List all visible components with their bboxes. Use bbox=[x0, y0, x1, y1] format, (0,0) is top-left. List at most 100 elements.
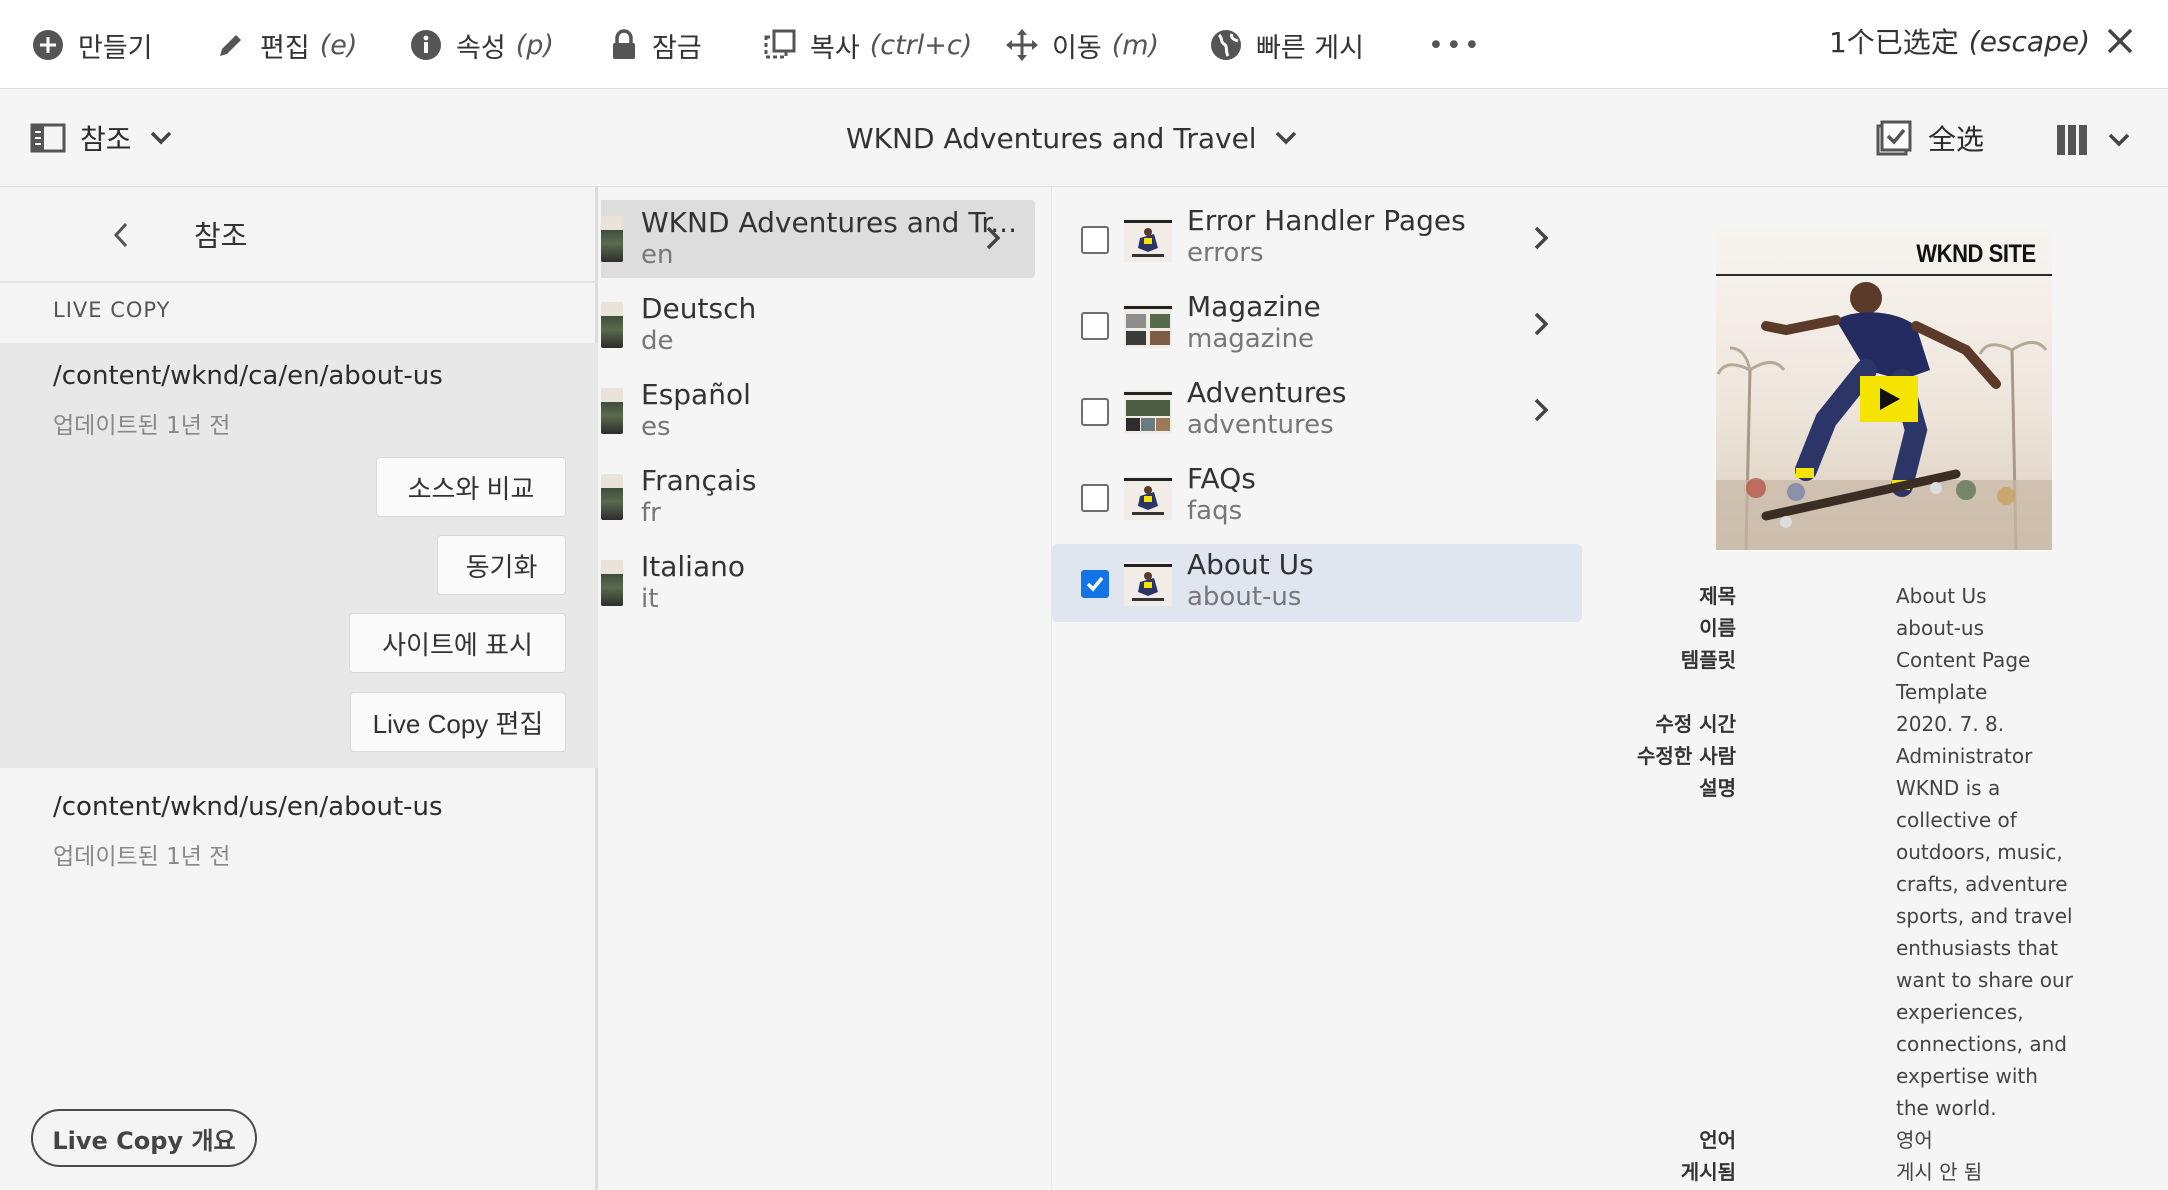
copy-shortcut: (ctrl+c) bbox=[869, 29, 973, 61]
lock-button[interactable]: 잠금 bbox=[610, 22, 702, 68]
column-language-roots: WKND Adventures and Tr... en Deutsch de … bbox=[601, 187, 1052, 1190]
column-item-title: Français bbox=[641, 464, 757, 497]
chevron-right-icon bbox=[1534, 312, 1548, 336]
column-item-name: it bbox=[641, 584, 659, 614]
item-checkbox[interactable] bbox=[1081, 312, 1109, 340]
properties-label: 속성 bbox=[456, 32, 506, 64]
compare-to-source-button[interactable]: 소스와 비교 bbox=[376, 457, 566, 517]
live-copy-overview-button[interactable]: Live Copy 개요 bbox=[31, 1109, 257, 1167]
page-thumbnail bbox=[1124, 304, 1172, 348]
page-thumbnail bbox=[601, 474, 623, 520]
selection-status: 1个已选定 (escape) bbox=[1829, 18, 2134, 64]
references-rail: 참조 LIVE COPY /content/wknd/ca/en/about-u… bbox=[0, 187, 598, 1190]
secondary-toolbar: 참조 WKND Adventures and Travel 全选 bbox=[0, 89, 2168, 187]
chevron-left-icon bbox=[113, 222, 128, 248]
add-circle-icon bbox=[33, 30, 63, 60]
rail-header: 참조 bbox=[0, 187, 598, 283]
rail-toggle-label: 참조 bbox=[80, 123, 132, 156]
rail-title: 참조 bbox=[194, 219, 248, 253]
show-in-site-button[interactable]: 사이트에 표시 bbox=[349, 613, 566, 673]
quick-publish-button[interactable]: 빠른 게시 bbox=[1210, 22, 1364, 68]
move-shortcut: (m) bbox=[1111, 29, 1160, 61]
page-thumbnail bbox=[601, 388, 623, 434]
column-item[interactable]: Français fr bbox=[601, 458, 1035, 536]
meta-value: 2020. 7. 8. bbox=[1896, 712, 2005, 736]
page-thumbnail bbox=[1124, 476, 1172, 520]
wknd-logo: WKND SITE bbox=[1916, 240, 2037, 268]
move-icon bbox=[1006, 29, 1038, 61]
column-item[interactable]: Deutsch de bbox=[601, 286, 1035, 364]
back-button[interactable] bbox=[106, 217, 136, 253]
column-item[interactable]: Magazine magazine bbox=[1052, 286, 1582, 364]
meta-label: 언어 bbox=[1699, 1128, 1736, 1152]
column-item-title: Italiano bbox=[641, 550, 745, 583]
properties-button[interactable]: 속성 (p) bbox=[410, 22, 554, 68]
create-label: 만들기 bbox=[78, 32, 153, 64]
item-checkbox[interactable] bbox=[1081, 398, 1109, 426]
edit-shortcut: (e) bbox=[319, 29, 358, 61]
action-bar: 만들기 편집 (e) 속성 (p) 잠금 복사 (ctrl+c) 이동 (m) … bbox=[0, 0, 2168, 89]
column-item-name: en bbox=[641, 240, 674, 270]
live-copy-path[interactable]: /content/wknd/us/en/about-us bbox=[53, 792, 443, 822]
page-thumbnail bbox=[1124, 562, 1172, 606]
column-item[interactable]: FAQs faqs bbox=[1052, 458, 1582, 536]
chevron-right-icon bbox=[1534, 398, 1548, 422]
more-button[interactable]: ••• bbox=[1428, 22, 1482, 68]
rail-toggle[interactable]: 참조 bbox=[30, 115, 186, 161]
item-checkbox[interactable] bbox=[1081, 226, 1109, 254]
view-switcher[interactable] bbox=[2056, 117, 2130, 163]
meta-value: 게시 안 됨 bbox=[1896, 1160, 1983, 1184]
selection-shortcut: (escape) bbox=[1968, 24, 2090, 58]
meta-label: 제목 bbox=[1699, 584, 1736, 608]
globe-icon bbox=[1211, 30, 1241, 60]
column-item-title: About Us bbox=[1187, 548, 1314, 581]
item-checkbox[interactable] bbox=[1081, 570, 1109, 598]
edit-button[interactable]: 편집 (e) bbox=[216, 22, 357, 68]
item-checkbox[interactable] bbox=[1081, 484, 1109, 512]
select-all-button[interactable]: 全选 bbox=[1876, 115, 1984, 161]
live-copy-item[interactable]: /content/wknd/ca/en/about-us 업데이트된 1년 전 … bbox=[0, 343, 598, 768]
meta-value: 영어 bbox=[1896, 1128, 1933, 1152]
meta-label: 템플릿 bbox=[1680, 648, 1736, 672]
column-item-name: magazine bbox=[1187, 324, 1315, 354]
close-icon[interactable] bbox=[2106, 27, 2134, 55]
breadcrumb-title: WKND Adventures and Travel bbox=[846, 121, 1257, 155]
meta-value: Administrator bbox=[1896, 744, 2033, 768]
chevron-right-icon bbox=[986, 226, 1000, 250]
copy-label: 복사 bbox=[810, 32, 860, 64]
column-item[interactable]: WKND Adventures and Tr... en bbox=[601, 200, 1035, 278]
more-icon: ••• bbox=[1428, 29, 1482, 61]
rail-icon bbox=[30, 123, 66, 153]
column-item[interactable]: Adventures adventures bbox=[1052, 372, 1582, 450]
column-item-title: Error Handler Pages bbox=[1187, 204, 1466, 237]
column-item[interactable]: Español es bbox=[601, 372, 1035, 450]
column-item[interactable]: Italiano it bbox=[601, 544, 1035, 622]
column-item-title: Español bbox=[641, 378, 751, 411]
meta-label: 게시됨 bbox=[1680, 1160, 1736, 1184]
column-item-selected[interactable]: About Us about-us bbox=[1052, 544, 1582, 622]
create-button[interactable]: 만들기 bbox=[32, 22, 153, 68]
chevron-down-icon bbox=[150, 131, 171, 145]
edit-live-copy-button[interactable]: Live Copy 편집 bbox=[350, 692, 566, 752]
column-pages: Error Handler Pages errors Magazine maga… bbox=[1052, 187, 1592, 1190]
quick-publish-label: 빠른 게시 bbox=[1256, 32, 1364, 64]
breadcrumb[interactable]: WKND Adventures and Travel bbox=[846, 115, 1297, 161]
properties-shortcut: (p) bbox=[515, 29, 554, 61]
column-item-name: faqs bbox=[1187, 496, 1243, 526]
meta-value: WKND is a collective of outdoors, music,… bbox=[1896, 776, 2073, 1120]
column-item[interactable]: Error Handler Pages errors bbox=[1052, 200, 1582, 278]
column-item-name: about-us bbox=[1187, 582, 1302, 612]
chevron-down-icon bbox=[2108, 133, 2130, 147]
page-thumbnail bbox=[1124, 218, 1172, 262]
copy-icon bbox=[764, 29, 796, 59]
synchronize-button[interactable]: 동기화 bbox=[437, 535, 566, 595]
meta-value: About Us bbox=[1896, 584, 1987, 608]
pencil-icon bbox=[220, 35, 241, 56]
column-item-title: WKND Adventures and Tr... bbox=[641, 206, 1017, 239]
move-button[interactable]: 이동 (m) bbox=[1006, 22, 1159, 68]
copy-button[interactable]: 복사 (ctrl+c) bbox=[764, 22, 972, 68]
column-item-name: adventures bbox=[1187, 410, 1334, 440]
meta-label: 수정 시간 bbox=[1655, 712, 1736, 736]
live-copy-updated: 업데이트된 1년 전 bbox=[53, 844, 231, 870]
edit-label: 편집 bbox=[260, 32, 310, 64]
